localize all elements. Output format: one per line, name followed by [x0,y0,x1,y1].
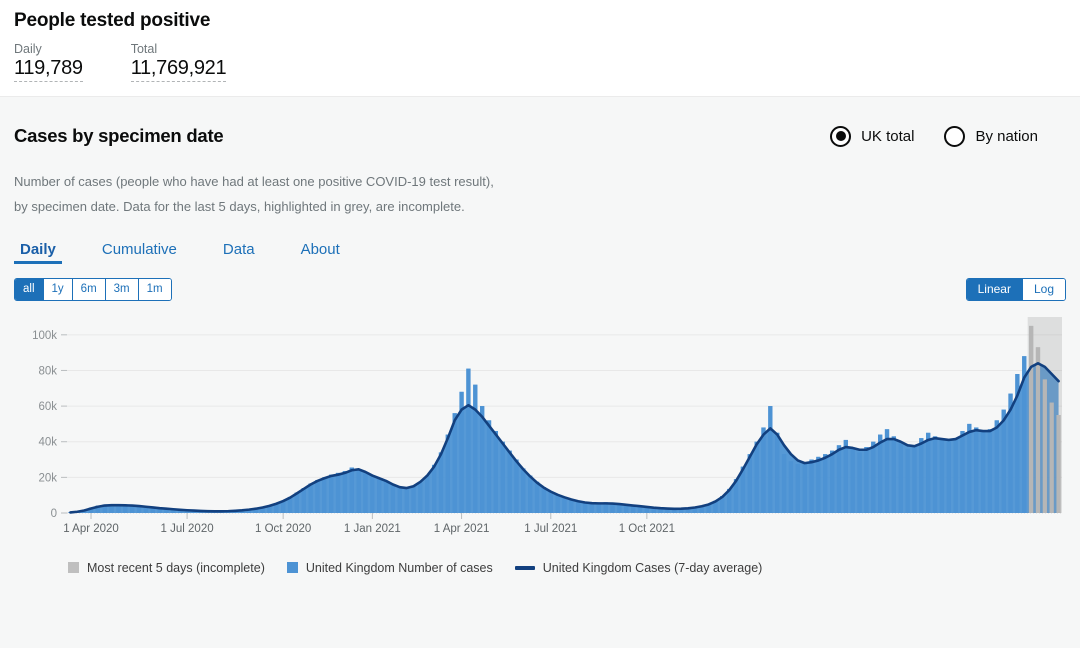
radio-uk-total[interactable]: UK total [830,125,915,147]
card-header: Cases by specimen date UK total By natio… [14,97,1066,147]
svg-text:1 Jul 2021: 1 Jul 2021 [524,523,577,535]
range-selector-group: all 1y 6m 3m 1m [14,277,172,301]
radio-uk-total-mark[interactable] [830,125,852,147]
metric-total: Total 11,769,921 [130,42,227,82]
legend-swatch-incomplete [68,562,79,574]
tab-cumulative[interactable]: Cumulative [96,240,183,264]
chart-legend: Most recent 5 days (incomplete) United K… [14,561,1066,575]
svg-text:80k: 80k [38,365,57,377]
tab-bar: Daily Cumulative Data About [14,240,1066,264]
metric-daily-label: Daily [14,42,42,56]
range-button-1y[interactable]: 1y [43,278,73,300]
scale-button-linear[interactable]: Linear [966,278,1023,300]
people-tested-positive-summary: People tested positive Daily 119,789 Tot… [0,0,1080,96]
chart-controls: all 1y 6m 3m 1m Linear Log [14,277,1066,301]
svg-text:1 Oct 2020: 1 Oct 2020 [255,523,311,535]
metric-total-value: 11,769,921 [130,57,227,82]
scale-button-log[interactable]: Log [1022,278,1065,300]
radio-by-nation-label: By nation [975,127,1038,145]
metric-daily: Daily 119,789 [14,42,83,82]
page-title: People tested positive [14,10,211,31]
legend-swatch-cases [286,562,298,574]
cases-chart-svg[interactable]: 0 20k 40k 60k 80k 100k 1 Apr 2020 1 Jul 2020 1 O… [14,311,1066,539]
svg-text:100k: 100k [32,330,57,342]
svg-text:1 Jan 2021: 1 Jan 2021 [344,523,401,535]
range-button-6m[interactable]: 6m [72,278,106,300]
range-button-all[interactable]: all [15,278,44,300]
svg-text:1 Apr 2021: 1 Apr 2021 [434,523,490,535]
cases-chart[interactable]: 0 20k 40k 60k 80k 100k 1 Apr 2020 1 Jul 2020 1 O… [14,311,1066,539]
legend-label-incomplete: Most recent 5 days (incomplete) [87,560,265,575]
legend-item-incomplete: Most recent 5 days (incomplete) [68,561,265,575]
legend-item-cases: United Kingdom Number of cases [286,560,493,575]
card-description-line-2: by specimen date. Data for the last 5 da… [14,199,465,215]
svg-text:20k: 20k [38,472,57,484]
range-button-1m[interactable]: 1m [138,278,171,300]
nation-toggle-group: UK total By nation [830,125,1066,147]
card-description: Number of cases (people who have had at … [14,169,714,220]
legend-line-average [514,565,535,570]
radio-by-nation-mark[interactable] [944,125,966,147]
metric-daily-value: 119,789 [14,57,83,82]
radio-by-nation[interactable]: By nation [944,125,1038,147]
legend-item-average: United Kingdom Cases (7-day average) [514,560,763,575]
svg-text:1 Jul 2020: 1 Jul 2020 [161,523,214,535]
svg-text:40k: 40k [38,436,57,448]
cases-by-specimen-date-card: Cases by specimen date UK total By natio… [0,96,1080,648]
card-title: Cases by specimen date [14,125,224,146]
card-description-line-1: Number of cases (people who have had at … [14,174,494,189]
svg-text:1 Oct 2021: 1 Oct 2021 [619,523,675,535]
summary-metrics: Daily 119,789 Total 11,769,921 [14,42,1066,82]
legend-label-average: United Kingdom Cases (7-day average) [542,560,763,575]
svg-text:0: 0 [51,508,57,520]
tab-about[interactable]: About [295,240,346,264]
svg-text:1 Apr 2020: 1 Apr 2020 [63,523,119,535]
tab-data[interactable]: Data [217,240,261,264]
tab-daily[interactable]: Daily [14,240,62,264]
radio-uk-total-label: UK total [861,127,915,145]
svg-text:60k: 60k [38,401,57,413]
metric-total-label: Total [130,42,158,56]
legend-label-cases: United Kingdom Number of cases [305,560,493,575]
range-button-3m[interactable]: 3m [105,278,139,300]
scale-selector-group: Linear Log [965,277,1066,301]
